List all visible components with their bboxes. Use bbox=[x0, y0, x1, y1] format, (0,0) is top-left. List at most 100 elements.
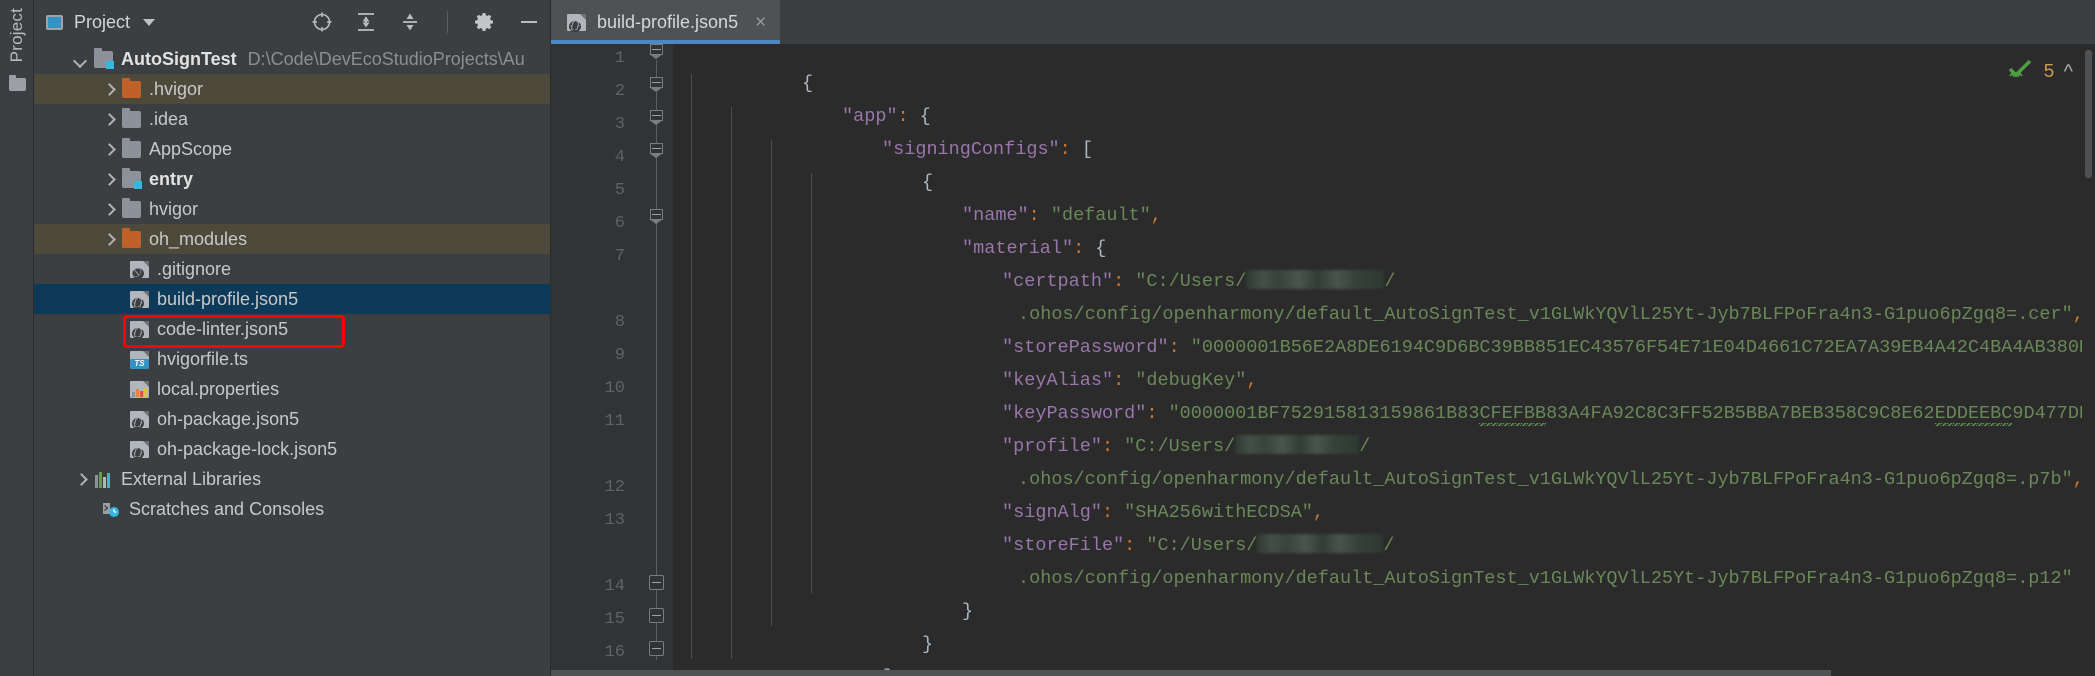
tree-row-gitignore[interactable]: ⃠ .gitignore bbox=[34, 254, 550, 284]
editor-tab-build-profile-json5[interactable]: {} build-profile.json5 × bbox=[551, 0, 781, 44]
line-number: 12 bbox=[604, 478, 625, 497]
tree-label: oh-package-lock.json5 bbox=[157, 438, 338, 459]
project-panel-toolbar bbox=[311, 11, 540, 33]
tree-label: .idea bbox=[149, 108, 189, 129]
tree-row-idea[interactable]: .idea bbox=[34, 104, 550, 134]
line-number-gutter: 1 2 3 4 5 6 7 8 9 10 11 12 13 14 15 16 bbox=[551, 44, 641, 676]
json5-file-icon: {} bbox=[130, 410, 149, 429]
code-line-4: { bbox=[811, 145, 933, 193]
inspection-ok-icon[interactable] bbox=[2008, 58, 2034, 85]
fold-toggle[interactable] bbox=[649, 208, 664, 224]
project-window-icon bbox=[46, 14, 63, 30]
typescript-file-icon: TS bbox=[130, 350, 149, 369]
collapse-all-icon[interactable] bbox=[399, 11, 421, 33]
scrollbar-thumb bbox=[2085, 50, 2092, 178]
json5-file-icon: {} bbox=[567, 13, 586, 32]
code-token: : bbox=[1059, 139, 1082, 160]
tree-row-hvigorfile-ts[interactable]: TS hvigorfile.ts bbox=[34, 344, 550, 374]
fold-toggle[interactable] bbox=[649, 142, 664, 158]
typo-highlight: CFEFBB bbox=[1479, 403, 1547, 428]
fold-toggle[interactable] bbox=[649, 575, 664, 590]
code-editor[interactable]: 1 2 3 4 5 6 7 8 9 10 11 12 13 14 15 16 {… bbox=[551, 44, 2095, 676]
fold-toggle[interactable] bbox=[649, 109, 664, 125]
line-number: 1 bbox=[614, 49, 625, 68]
close-icon[interactable]: × bbox=[755, 13, 766, 32]
line-number: 5 bbox=[614, 181, 625, 200]
tree-label: local.properties bbox=[157, 378, 280, 399]
tree-row-oh-package-json5[interactable]: {} oh-package.json5 bbox=[34, 404, 550, 434]
chevron-right-icon[interactable] bbox=[102, 113, 115, 126]
tree-row-build-profile-json5[interactable]: {} build-profile.json5 bbox=[34, 284, 550, 314]
typo-highlight: EDDEEBC bbox=[1934, 403, 2013, 428]
chevron-up-icon[interactable]: ^ bbox=[2064, 62, 2073, 82]
fold-toggle[interactable] bbox=[649, 608, 664, 623]
code-line-13: "storeFile": "C:/Users// bbox=[891, 508, 1395, 556]
tree-label: .gitignore bbox=[157, 258, 232, 279]
project-tree[interactable]: AutoSignTest D:\Code\DevEcoStudioProject… bbox=[34, 44, 550, 676]
code-text-area[interactable]: { "app": { "signingConfigs": [ { "name":… bbox=[673, 44, 2095, 676]
chevron-down-icon[interactable] bbox=[74, 53, 87, 66]
line-number: 4 bbox=[614, 148, 625, 167]
tree-row-local-properties[interactable]: local.properties bbox=[34, 374, 550, 404]
chevron-right-icon[interactable] bbox=[102, 83, 115, 96]
code-token: "0000001B56E2A8DE6194C9D6BC39BB851EC4357… bbox=[1190, 337, 2095, 358]
tree-row-external-libraries[interactable]: External Libraries bbox=[34, 464, 550, 494]
code-token: [ bbox=[1081, 139, 1093, 160]
tree-row-code-linter-json5[interactable]: {} code-linter.json5 bbox=[34, 314, 550, 344]
inspection-count: 5 bbox=[2043, 60, 2055, 83]
code-line-3: "signingConfigs": [ bbox=[771, 112, 1093, 160]
locate-target-icon[interactable] bbox=[311, 11, 333, 33]
tree-label: hvigorfile.ts bbox=[157, 348, 249, 369]
tree-row-root[interactable]: AutoSignTest D:\Code\DevEcoStudioProject… bbox=[34, 44, 550, 74]
code-token: } bbox=[962, 601, 974, 622]
chevron-right-icon[interactable] bbox=[102, 203, 115, 216]
chevron-right-icon[interactable] bbox=[74, 473, 87, 486]
editor-horizontal-scrollbar[interactable] bbox=[551, 670, 2095, 676]
code-line-6: "material": { bbox=[851, 211, 1106, 259]
inspection-widget[interactable]: 5 ^ bbox=[2008, 58, 2073, 85]
tree-label: code-linter.json5 bbox=[157, 318, 289, 339]
tree-row-scratches-and-consoles[interactable]: Scratches and Consoles bbox=[34, 494, 550, 524]
code-folding-gutter[interactable] bbox=[641, 44, 673, 676]
code-token: 83A4FA92C8C3FF52B5BBA7BEB358C9C8E62 bbox=[1546, 403, 1935, 424]
folder-icon bbox=[122, 197, 141, 218]
tree-row-entry[interactable]: entry bbox=[34, 164, 550, 194]
code-line-14: } bbox=[851, 574, 973, 622]
code-line-5: "name": "default", bbox=[851, 178, 1162, 226]
line-number: 14 bbox=[604, 577, 625, 596]
editor-tab-bar: {} build-profile.json5 × bbox=[551, 0, 2095, 44]
json5-file-icon: {} bbox=[130, 320, 149, 339]
project-toolwindow-stripe-button[interactable]: Project bbox=[7, 8, 27, 62]
tree-row-oh-package-lock-json5[interactable]: {} oh-package-lock.json5 bbox=[34, 434, 550, 464]
tree-row-hvigor[interactable]: hvigor bbox=[34, 194, 550, 224]
line-number: 16 bbox=[604, 643, 625, 662]
chevron-down-icon[interactable] bbox=[143, 18, 156, 26]
expand-all-icon[interactable] bbox=[355, 11, 377, 33]
line-number: 7 bbox=[614, 247, 625, 266]
chevron-right-icon[interactable] bbox=[102, 143, 115, 156]
line-number: 10 bbox=[604, 379, 625, 398]
folder-module-icon bbox=[122, 167, 142, 189]
code-line-13-wrap: .ohos/config/openharmony/default_AutoSig… bbox=[907, 541, 2073, 589]
code-token: , bbox=[1150, 205, 1162, 226]
chevron-right-icon[interactable] bbox=[102, 233, 115, 246]
tree-label: .hvigor bbox=[149, 78, 204, 99]
editor-area: {} build-profile.json5 × 1 2 3 4 5 6 7 8… bbox=[551, 0, 2095, 676]
tree-row-appscope[interactable]: AppScope bbox=[34, 134, 550, 164]
fold-toggle[interactable] bbox=[649, 641, 664, 656]
editor-vertical-scrollbar[interactable] bbox=[2082, 44, 2095, 676]
gear-icon[interactable] bbox=[474, 11, 496, 33]
libraries-icon bbox=[94, 471, 113, 488]
chevron-right-icon[interactable] bbox=[102, 173, 115, 186]
folder-orange-icon bbox=[122, 227, 141, 248]
fold-toggle[interactable] bbox=[649, 44, 664, 59]
tree-label: External Libraries bbox=[121, 468, 262, 489]
editor-tab-title: build-profile.json5 bbox=[597, 11, 739, 32]
code-line-16: ], bbox=[771, 640, 904, 676]
project-stripe-folder-icon[interactable] bbox=[9, 75, 26, 91]
minimize-icon[interactable] bbox=[518, 11, 540, 33]
fold-toggle[interactable] bbox=[649, 76, 664, 92]
tree-row-hvigor-dot[interactable]: .hvigor bbox=[34, 74, 550, 104]
line-number: 8 bbox=[614, 313, 625, 332]
tree-row-oh-modules[interactable]: oh_modules bbox=[34, 224, 550, 254]
